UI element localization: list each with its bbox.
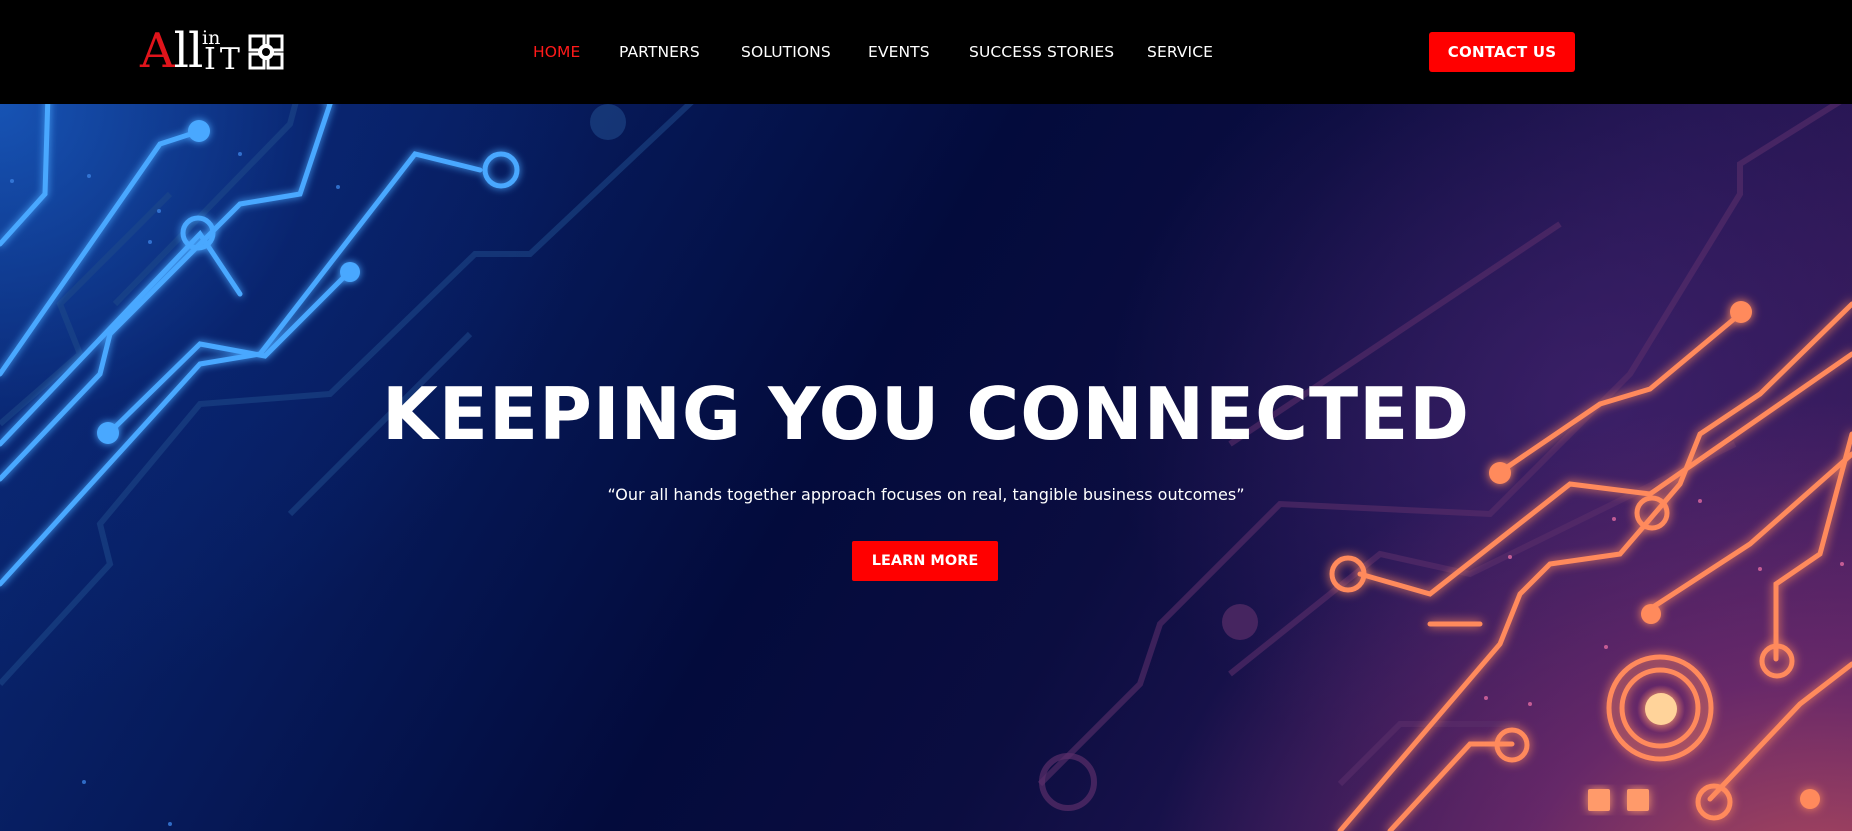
nav-item-success-stories[interactable]: SUCCESS STORIES (969, 40, 1114, 64)
site-header: All in IT HOME PARTNERS SOLUTIONS EVENTS… (0, 0, 1852, 104)
logo-letter-a: A (140, 23, 175, 79)
nav-item-service[interactable]: SERVICE (1147, 40, 1213, 64)
site-logo[interactable]: All in IT (140, 26, 290, 76)
logo-letters-ll: ll (173, 23, 204, 79)
contact-us-button[interactable]: CONTACT US (1429, 32, 1575, 72)
nav-item-solutions[interactable]: SOLUTIONS (741, 40, 831, 64)
circuit-background-illustration (0, 104, 1852, 831)
hands-together-icon (246, 32, 286, 72)
hero-banner: KEEPING YOU CONNECTED “Our all hands tog… (0, 104, 1852, 831)
logo-it-text: IT (204, 42, 244, 77)
hero-title: KEEPING YOU CONNECTED (381, 372, 1471, 456)
logo-wordmark: All (140, 23, 204, 79)
learn-more-button[interactable]: LEARN MORE (852, 541, 998, 581)
nav-item-partners[interactable]: PARTNERS (619, 40, 700, 64)
hero-subtitle: “Our all hands together approach focuses… (607, 485, 1245, 504)
nav-item-home[interactable]: HOME (533, 40, 580, 64)
nav-item-events[interactable]: EVENTS (868, 40, 930, 64)
